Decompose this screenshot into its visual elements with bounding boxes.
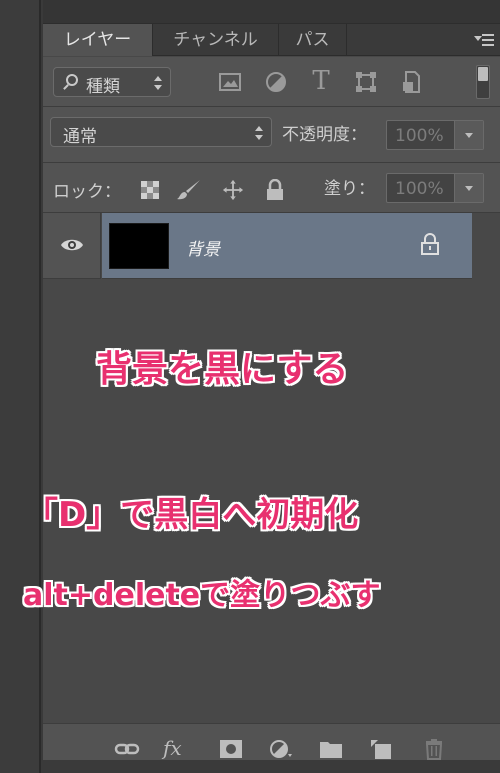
tab-layers[interactable]: レイヤー: [43, 24, 153, 56]
shape-filter-icon[interactable]: [354, 70, 378, 94]
filter-kind-label: 種類: [86, 77, 120, 97]
layer-item-background[interactable]: 背景: [102, 213, 472, 279]
tab-channels[interactable]: チャンネル: [153, 24, 279, 56]
lock-transparent-pixels-icon[interactable]: [140, 179, 160, 201]
fill-dropdown-button[interactable]: [454, 174, 483, 202]
lock-position-icon[interactable]: [221, 179, 245, 201]
mask-icon[interactable]: [218, 738, 244, 760]
lock-all-icon[interactable]: [265, 179, 285, 201]
panel-bottom-strip: [43, 760, 500, 773]
select-arrows-icon: [154, 76, 162, 90]
layer-list: 背景: [43, 213, 500, 723]
opacity-dropdown-button[interactable]: [454, 121, 483, 149]
panel-tab-bar: レイヤー チャンネル パス: [43, 24, 500, 56]
folder-icon[interactable]: [318, 738, 344, 760]
layer-name: 背景: [186, 240, 220, 260]
tab-paths[interactable]: パス: [279, 24, 347, 56]
adjustment-icon[interactable]: [268, 738, 294, 760]
opacity-value: 100%: [395, 126, 444, 146]
left-dock-strip: [0, 0, 41, 773]
blend-row: 通常 不透明度： 100%: [43, 107, 500, 163]
type-filter-icon[interactable]: T: [309, 67, 333, 95]
blend-mode-label: 通常: [63, 127, 97, 147]
panel-top-strip: [43, 0, 500, 24]
trash-icon[interactable]: [421, 738, 447, 760]
image-filter-icon[interactable]: [218, 70, 242, 94]
new-layer-icon[interactable]: [369, 738, 395, 760]
opacity-label: 不透明度：: [282, 125, 367, 145]
panel-menu-icon[interactable]: [474, 32, 494, 48]
fill-value: 100%: [395, 179, 444, 199]
annotation-black-background: 背景を黒にする: [96, 349, 349, 390]
filter-kind-select[interactable]: 種類: [53, 67, 171, 97]
layer-visibility-toggle[interactable]: [43, 213, 101, 279]
select-arrows-icon: [255, 126, 263, 140]
blend-mode-select[interactable]: 通常: [50, 117, 272, 147]
fill-label: 塗り：: [324, 179, 375, 199]
annotation-reset-colors: 「D」で黒白へ初期化: [24, 495, 359, 535]
annotation-fill-shortcut: alt+deleteで塗りつぶす: [23, 578, 381, 613]
layer-list-right-strip: [472, 213, 500, 279]
lock-row: ロック： 塗り： 100%: [43, 163, 500, 213]
lock-label: ロック：: [53, 182, 121, 202]
filter-toggle-switch[interactable]: [476, 65, 490, 99]
adjustment-filter-icon[interactable]: [264, 70, 288, 94]
layer-lock-icon: [421, 233, 439, 255]
fill-field[interactable]: 100%: [386, 173, 484, 203]
smart-object-filter-icon[interactable]: [400, 70, 424, 94]
lock-image-pixels-icon[interactable]: [176, 179, 202, 201]
fx-icon[interactable]: fx: [163, 736, 189, 760]
link-icon[interactable]: [114, 738, 140, 760]
search-icon: [66, 74, 78, 86]
eye-icon: [61, 239, 83, 251]
opacity-field[interactable]: 100%: [386, 120, 484, 150]
filter-row: 種類 T: [43, 57, 500, 107]
layer-thumbnail: [109, 223, 169, 269]
